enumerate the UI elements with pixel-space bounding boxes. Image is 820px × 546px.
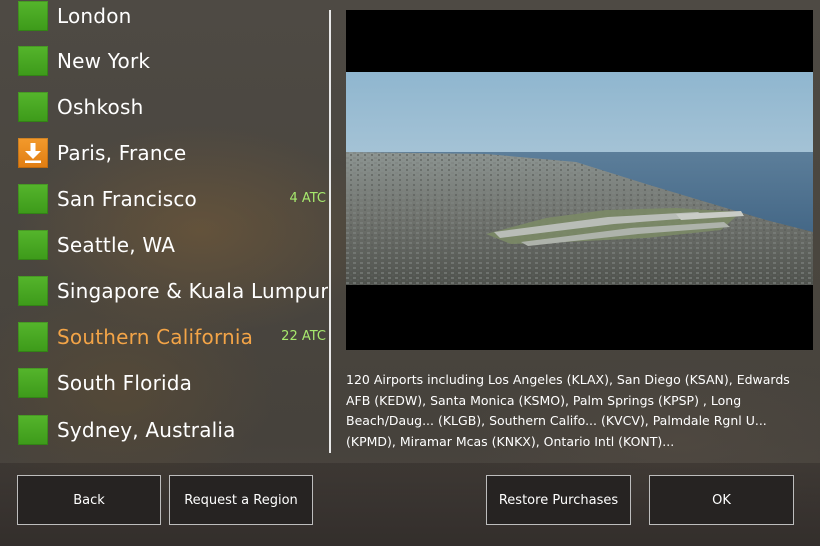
region-item-san-francisco[interactable]: San Francisco 4 ATC: [0, 176, 328, 222]
green-square-icon: [18, 46, 48, 76]
atc-count: 4 ATC: [289, 191, 326, 206]
region-name: Singapore & Kuala Lumpur: [57, 279, 328, 303]
list-scrollbar-divider: [329, 10, 331, 453]
green-square-icon: [18, 230, 48, 260]
region-item-sydney[interactable]: Sydney, Australia: [0, 407, 328, 453]
green-square-icon: [18, 322, 48, 352]
region-item-london[interactable]: London: [0, 0, 328, 39]
region-item-seattle[interactable]: Seattle, WA: [0, 222, 328, 268]
region-list[interactable]: London New York Oshkosh Paris, France Sa…: [0, 0, 328, 460]
green-square-icon: [18, 184, 48, 214]
region-name: Paris, France: [57, 141, 187, 165]
region-name-selected: Southern California: [57, 325, 254, 349]
region-item-singapore[interactable]: Singapore & Kuala Lumpur: [0, 268, 328, 314]
green-square-icon: [18, 415, 48, 445]
aerial-preview-image: [346, 72, 813, 285]
region-description: 120 Airports including Los Angeles (KLAX…: [346, 372, 790, 449]
region-name: San Francisco: [57, 187, 197, 211]
back-button[interactable]: Back: [17, 475, 161, 525]
restore-purchases-button[interactable]: Restore Purchases: [486, 475, 631, 525]
region-item-oshkosh[interactable]: Oshkosh: [0, 84, 328, 130]
region-name: Sydney, Australia: [57, 418, 236, 442]
region-name: Oshkosh: [57, 95, 144, 119]
green-square-icon: [18, 276, 48, 306]
ok-button[interactable]: OK: [649, 475, 794, 525]
region-name: New York: [57, 49, 151, 73]
atc-count: 22 ATC: [281, 329, 326, 344]
region-name: London: [57, 4, 132, 28]
region-item-paris[interactable]: Paris, France: [0, 130, 328, 176]
region-item-southern-california[interactable]: Southern California 22 ATC: [0, 314, 328, 360]
region-name: Seattle, WA: [57, 233, 176, 257]
region-item-south-florida[interactable]: South Florida: [0, 360, 328, 406]
green-square-icon: [18, 92, 48, 122]
download-icon: [18, 138, 48, 168]
green-square-icon: [18, 368, 48, 398]
green-square-icon: [18, 1, 48, 31]
region-item-new-york[interactable]: New York: [0, 38, 328, 84]
request-region-button[interactable]: Request a Region: [169, 475, 313, 525]
region-preview: [346, 10, 813, 350]
region-name: South Florida: [57, 371, 193, 395]
